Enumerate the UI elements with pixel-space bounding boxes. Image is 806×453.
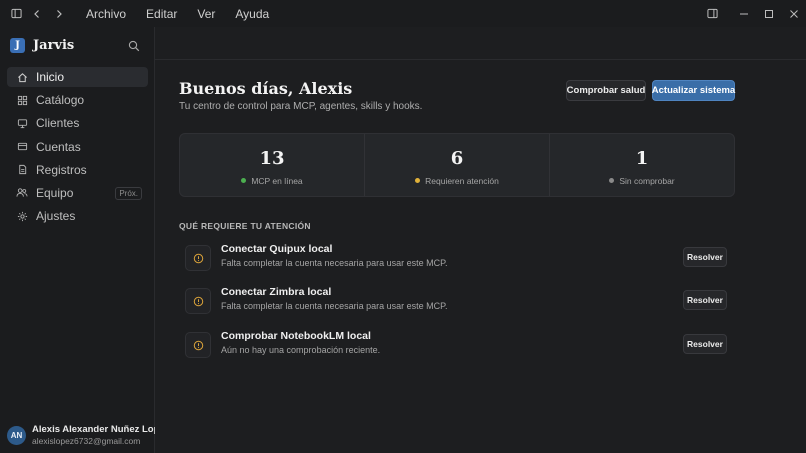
sidebar-item-inicio[interactable]: Inicio <box>7 67 148 87</box>
app-name: Jarvis <box>33 38 75 53</box>
monitor-icon <box>16 117 28 129</box>
alert-icon <box>185 245 211 271</box>
menu-bar: Archivo Editar Ver Ayuda <box>86 0 289 27</box>
back-icon[interactable] <box>29 6 44 21</box>
stat-value: 1 <box>635 148 649 169</box>
menu-ayuda[interactable]: Ayuda <box>235 7 269 21</box>
sidebar-item-label: Cuentas <box>36 139 81 154</box>
sidebar-item-registros[interactable]: Registros <box>7 160 148 180</box>
list-item: Conectar Zimbra local Falta completar la… <box>185 284 730 316</box>
stat-unchecked: 1 Sin comprobar <box>550 134 734 196</box>
update-system-button[interactable]: Actualizar sistema <box>652 80 735 101</box>
list-item: Comprobar NotebookLM local Aún no hay un… <box>185 328 730 360</box>
minimize-icon[interactable] <box>731 0 756 27</box>
title-bar: Archivo Editar Ver Ayuda <box>0 0 806 27</box>
close-icon[interactable] <box>781 0 806 27</box>
sidebar-item-label: Ajustes <box>36 209 76 224</box>
stat-online: 13 MCP en línea <box>180 134 365 196</box>
sidebar-nav: Inicio Catálogo Clientes Cuentas Registr… <box>7 67 148 229</box>
window-controls <box>731 0 806 27</box>
task-title: Comprobar NotebookLM local <box>221 330 371 342</box>
sidebar-item-label: Inicio <box>36 70 65 84</box>
sidebar-item-label: Clientes <box>36 116 80 131</box>
users-icon <box>16 187 28 199</box>
main-topbar <box>155 27 806 60</box>
user-email: alexislopez6732@gmail.com <box>32 436 141 446</box>
stat-label: Sin comprobar <box>550 176 734 186</box>
sidebar-toggle-icon[interactable] <box>9 6 24 21</box>
task-description: Falta completar la cuenta necesaria para… <box>221 301 448 311</box>
resolve-button[interactable]: Resolver <box>683 290 727 310</box>
status-dot <box>415 178 421 183</box>
task-title: Conectar Quipux local <box>221 243 333 255</box>
sidebar-item-label: Catálogo <box>36 93 85 108</box>
avatar: AN <box>7 425 26 445</box>
card-icon <box>16 141 28 153</box>
coming-soon-badge: Próx. <box>115 186 142 200</box>
sidebar-item-ajustes[interactable]: Ajustes <box>7 206 148 226</box>
section-title: QUÉ REQUIERE TU ATENCIÓN <box>179 221 311 231</box>
stat-value: 13 <box>259 148 285 169</box>
sidebar-item-catalogo[interactable]: Catálogo <box>7 90 148 110</box>
status-dot <box>241 178 247 183</box>
brand[interactable]: J Jarvis <box>10 38 74 53</box>
forward-icon[interactable] <box>51 6 66 21</box>
menu-editar[interactable]: Editar <box>146 7 177 21</box>
user-name: Alexis Alexander Nuñez Lopez <box>32 424 170 435</box>
grid-icon <box>16 94 28 106</box>
task-description: Falta completar la cuenta necesaria para… <box>221 258 448 268</box>
check-health-button[interactable]: Comprobar salud <box>566 80 646 101</box>
sidebar-item-equipo[interactable]: Equipo Próx. <box>7 183 148 203</box>
maximize-icon[interactable] <box>756 0 781 27</box>
stats-panel: 13 MCP en línea 6 Requieren atención 1 S… <box>179 133 735 197</box>
sidebar: J Jarvis Inicio Catálogo Clientes Cuenta… <box>0 27 169 453</box>
document-icon <box>16 164 28 176</box>
sidebar-item-label: Equipo <box>36 185 74 200</box>
page-title: Buenos días, Alexis <box>179 79 353 98</box>
menu-ver[interactable]: Ver <box>197 7 215 21</box>
stat-label: Requieren atención <box>365 176 549 186</box>
resolve-button[interactable]: Resolver <box>683 247 727 267</box>
page-subtitle: Tu centro de control para MCP, agentes, … <box>179 101 423 112</box>
list-item: Conectar Quipux local Falta completar la… <box>185 241 730 273</box>
main-content: Buenos días, Alexis Tu centro de control… <box>155 27 806 453</box>
stat-value: 6 <box>450 148 464 169</box>
search-icon[interactable] <box>128 40 140 52</box>
stat-label: MCP en línea <box>180 176 364 186</box>
home-icon <box>16 71 28 83</box>
panel-toggle-icon[interactable] <box>705 6 720 21</box>
task-description: Aún no hay una comprobación reciente. <box>221 345 381 355</box>
gear-icon <box>16 210 28 222</box>
status-dot <box>609 178 615 183</box>
alert-icon <box>185 288 211 314</box>
user-profile[interactable]: AN Alexis Alexander Nuñez Lopez alexislo… <box>7 424 169 446</box>
stat-attention: 6 Requieren atención <box>365 134 550 196</box>
menu-archivo[interactable]: Archivo <box>86 7 126 21</box>
alert-icon <box>185 332 211 358</box>
resolve-button[interactable]: Resolver <box>683 334 727 354</box>
sidebar-item-cuentas[interactable]: Cuentas <box>7 137 148 157</box>
sidebar-item-label: Registros <box>36 162 87 177</box>
sidebar-item-clientes[interactable]: Clientes <box>7 113 148 133</box>
app-logo: J <box>10 38 25 53</box>
task-title: Conectar Zimbra local <box>221 286 332 298</box>
